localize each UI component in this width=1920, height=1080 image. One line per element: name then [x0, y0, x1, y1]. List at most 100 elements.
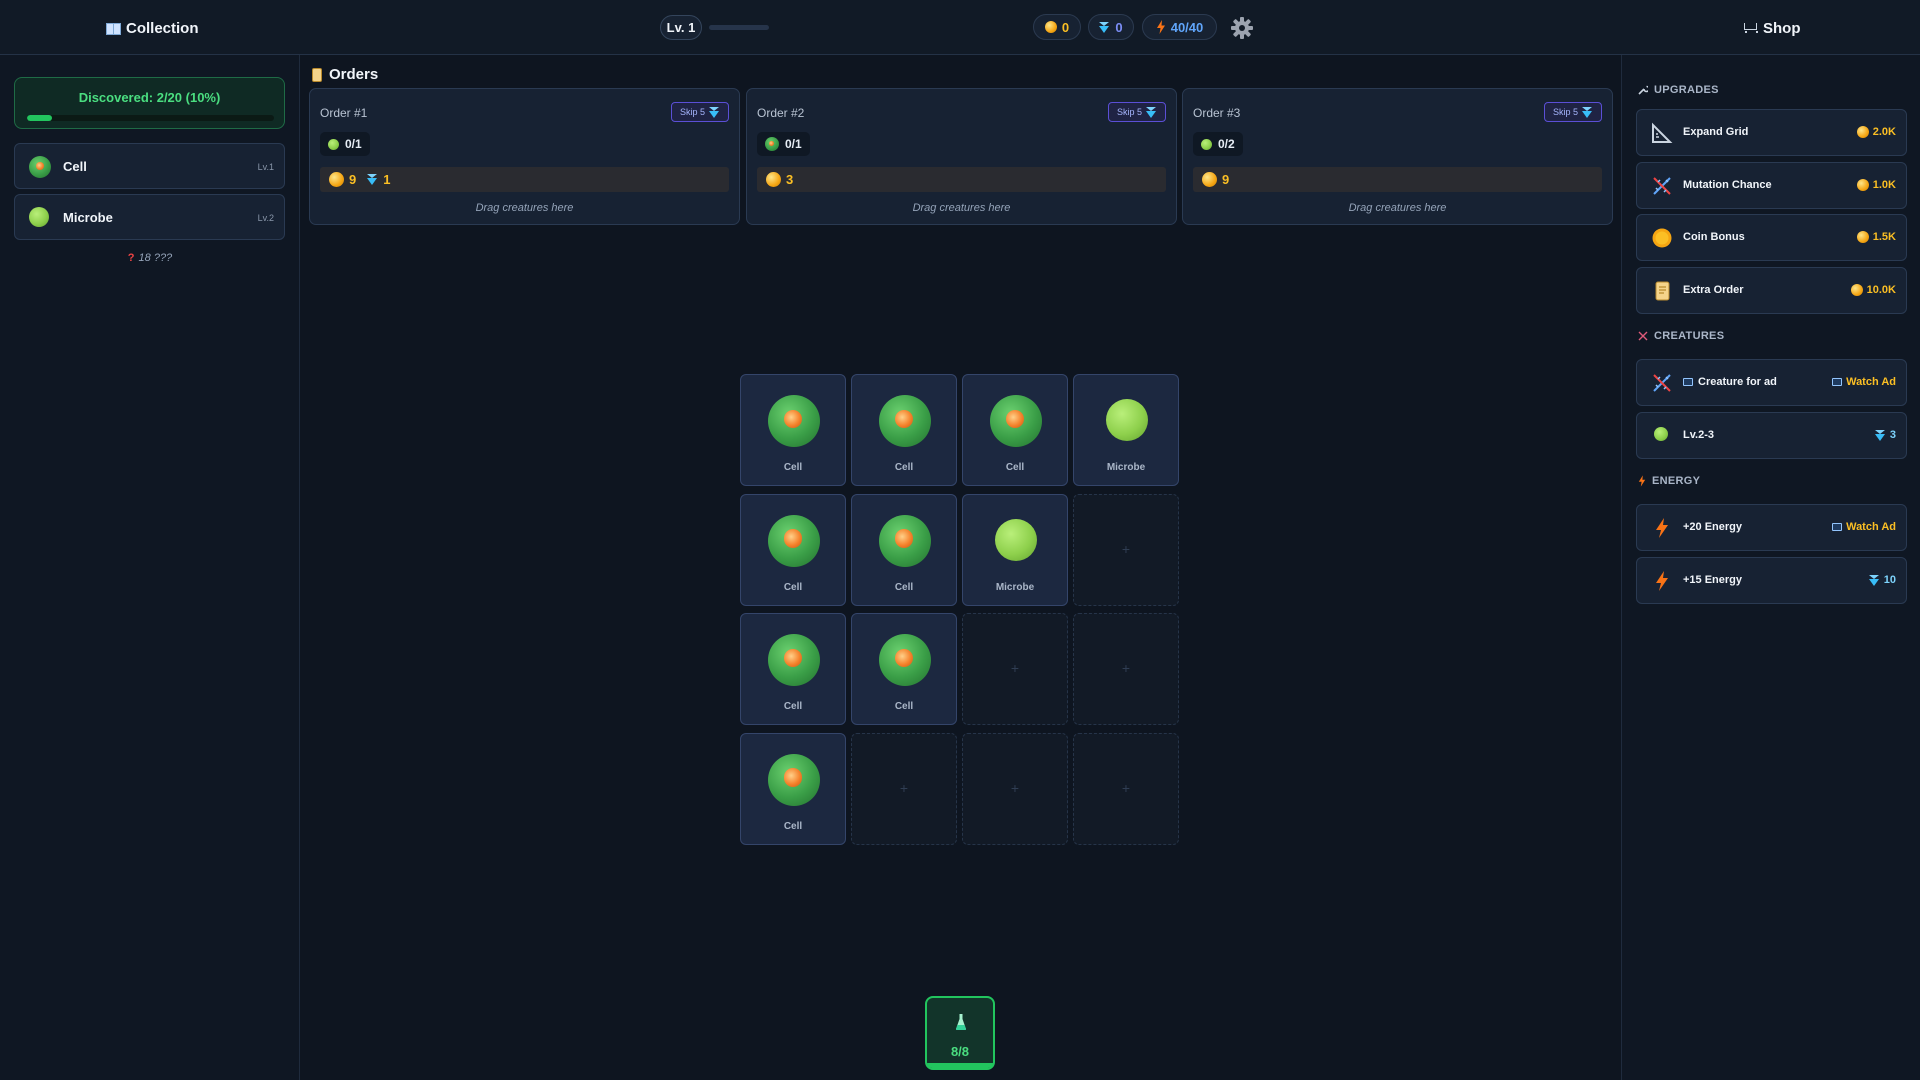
shop-item[interactable]: Creature for ad Watch Ad — [1636, 359, 1907, 406]
grid-slot-cell[interactable]: Cell — [851, 493, 957, 606]
order-requirement: 0/1 — [320, 132, 370, 156]
settings-gear-icon[interactable] — [1230, 16, 1254, 40]
discovered-box: Discovered: 2/20 (10%) — [14, 77, 285, 129]
spawn-creature-button[interactable]: 8/8 — [925, 996, 995, 1070]
shop-item-price: 10.0K — [1866, 283, 1896, 296]
energy-section-title: ENERGY — [1638, 475, 1700, 487]
bolt-icon — [1656, 518, 1668, 538]
creature-label: Cell — [783, 820, 803, 832]
grid-slot-empty[interactable]: + — [1073, 493, 1179, 606]
order-card[interactable]: Order #1 Skip 5 0/1 9 1 Drag creatures here — [309, 88, 740, 225]
energy-title: ENERGY — [1652, 475, 1701, 487]
microbe-icon — [29, 207, 49, 227]
creature-label: Cell — [783, 462, 803, 473]
grid-slot-empty[interactable]: + — [1073, 732, 1179, 845]
microbe-icon — [328, 138, 339, 150]
shop-item[interactable]: +20 Energy Watch Ad — [1636, 504, 1907, 551]
skip-label: Skip 5 — [1552, 107, 1578, 117]
collection-button[interactable]: Collection — [106, 16, 199, 40]
microbe-icon — [1201, 138, 1212, 150]
bolt-icon — [1156, 20, 1165, 34]
grid-slot-cell[interactable]: Cell — [851, 374, 957, 486]
shop-item-name: Creature for ad — [1698, 376, 1777, 388]
skip-order-button[interactable]: Skip 5 — [1543, 102, 1602, 122]
microbe-icon — [1106, 399, 1148, 441]
microbe-icon — [1654, 427, 1668, 441]
grid-slot-cell[interactable]: Cell — [851, 613, 957, 725]
creature-label: Cell — [1005, 462, 1025, 473]
order-title: Order #2 — [757, 106, 805, 120]
orders-header: Orders — [312, 66, 378, 83]
shop-item[interactable]: Coin Bonus 1.5K — [1636, 214, 1907, 261]
ad-icon — [1683, 378, 1693, 386]
spawn-energy-bar — [927, 1063, 993, 1068]
coin-icon — [1856, 178, 1869, 191]
level-badge: Lv. 1 — [660, 15, 702, 40]
shop-item-name: Extra Order — [1683, 283, 1744, 296]
bolt-icon — [1656, 571, 1668, 591]
grid-slot-empty[interactable]: + — [962, 732, 1068, 845]
shop-item-name: Lv.2-3 — [1683, 429, 1714, 441]
empty-slot-plus: + — [1010, 779, 1020, 796]
grid-slot-microbe[interactable]: Microbe — [1073, 374, 1179, 486]
shop-item[interactable]: Expand Grid 2.0K — [1636, 109, 1907, 156]
shop-item-name-wrap: Creature for ad — [1683, 376, 1777, 388]
shop-item-price-wrap: 1.5K — [1856, 231, 1896, 243]
creature-label: Cell — [783, 701, 803, 712]
skip-order-button[interactable]: Skip 5 — [1107, 102, 1166, 122]
shop-item-name-wrap: Lv.2-3 — [1683, 429, 1714, 441]
shop-button[interactable]: Shop — [1743, 16, 1801, 40]
skip-order-button[interactable]: Skip 5 — [670, 102, 729, 122]
grid-slot-cell[interactable]: Cell — [740, 732, 846, 845]
shop-item-price: 10 — [1883, 574, 1896, 586]
grid-slot-cell[interactable]: Cell — [740, 613, 846, 725]
shop-item-price-wrap: 2.0K — [1856, 126, 1896, 138]
grid-slot-empty[interactable]: + — [1073, 613, 1179, 725]
shop-item[interactable]: Extra Order 10.0K — [1636, 266, 1907, 314]
reward-coins: 9 — [349, 172, 357, 187]
collection-item-name: Cell — [63, 159, 87, 174]
grid-slot-cell[interactable]: Cell — [740, 493, 846, 606]
shop-item[interactable]: Lv.2-3 3 — [1636, 412, 1907, 459]
order-title: Order #3 — [1193, 106, 1241, 120]
grid-slot-empty[interactable]: + — [962, 613, 1068, 725]
ad-icon — [1832, 523, 1843, 531]
shop-item[interactable]: Mutation Chance 1.0K — [1636, 161, 1907, 209]
ad-icon — [1832, 378, 1843, 386]
order-card[interactable]: Order #3 Skip 5 0/2 9 Drag creatures here — [1182, 88, 1613, 225]
requirement-count: 0/1 — [345, 137, 362, 151]
spawn-count: 8/8 — [950, 1044, 970, 1059]
shop-item-price-wrap: Watch Ad — [1832, 376, 1896, 388]
shop-item-name-wrap: Coin Bonus — [1683, 231, 1745, 243]
shop-item-name: Mutation Chance — [1683, 178, 1772, 191]
empty-slot-plus: + — [1121, 540, 1131, 557]
cell-icon — [879, 514, 931, 567]
collection-item-cell[interactable]: Cell Lv.1 — [14, 143, 285, 189]
shop-item[interactable]: +15 Energy 10 — [1636, 557, 1907, 604]
collection-item-name: Microbe — [63, 210, 113, 225]
shop-item-name-wrap: Expand Grid — [1683, 126, 1748, 138]
shop-item-price-wrap: 3 — [1874, 429, 1896, 441]
coin-icon — [1044, 21, 1057, 33]
grid-slot-empty[interactable]: + — [851, 732, 957, 845]
ruler-icon — [1652, 122, 1673, 143]
empty-slot-plus: + — [1010, 660, 1020, 676]
collection-panel: Discovered: 2/20 (10%) Cell Lv.1 Microbe… — [0, 55, 300, 1080]
bolt-icon — [1638, 475, 1646, 487]
order-requirement: 0/2 — [1193, 132, 1243, 156]
cell-icon — [990, 395, 1042, 447]
grid-slot-cell[interactable]: Cell — [740, 374, 846, 486]
shop-item-price: 3 — [1889, 429, 1896, 441]
grid-slot-cell[interactable]: Cell — [962, 374, 1068, 486]
grid-slot-microbe[interactable]: Microbe — [962, 493, 1068, 606]
shop-panel: UPGRADES Expand Grid 2.0K Mutation Chance 1… — [1621, 55, 1920, 1080]
energy-counter: 40/40 — [1142, 14, 1217, 40]
cell-icon — [879, 395, 931, 447]
order-card[interactable]: Order #2 Skip 5 0/1 3 Drag creatures here — [746, 88, 1177, 225]
empty-slot-plus: + — [1121, 779, 1131, 796]
shop-item-price: Watch Ad — [1846, 376, 1896, 388]
shop-label: Shop — [1763, 19, 1801, 37]
empty-slot-plus: + — [899, 779, 909, 796]
shop-item-name: +20 Energy — [1683, 521, 1743, 533]
collection-item-microbe[interactable]: Microbe Lv.2 — [14, 194, 285, 240]
